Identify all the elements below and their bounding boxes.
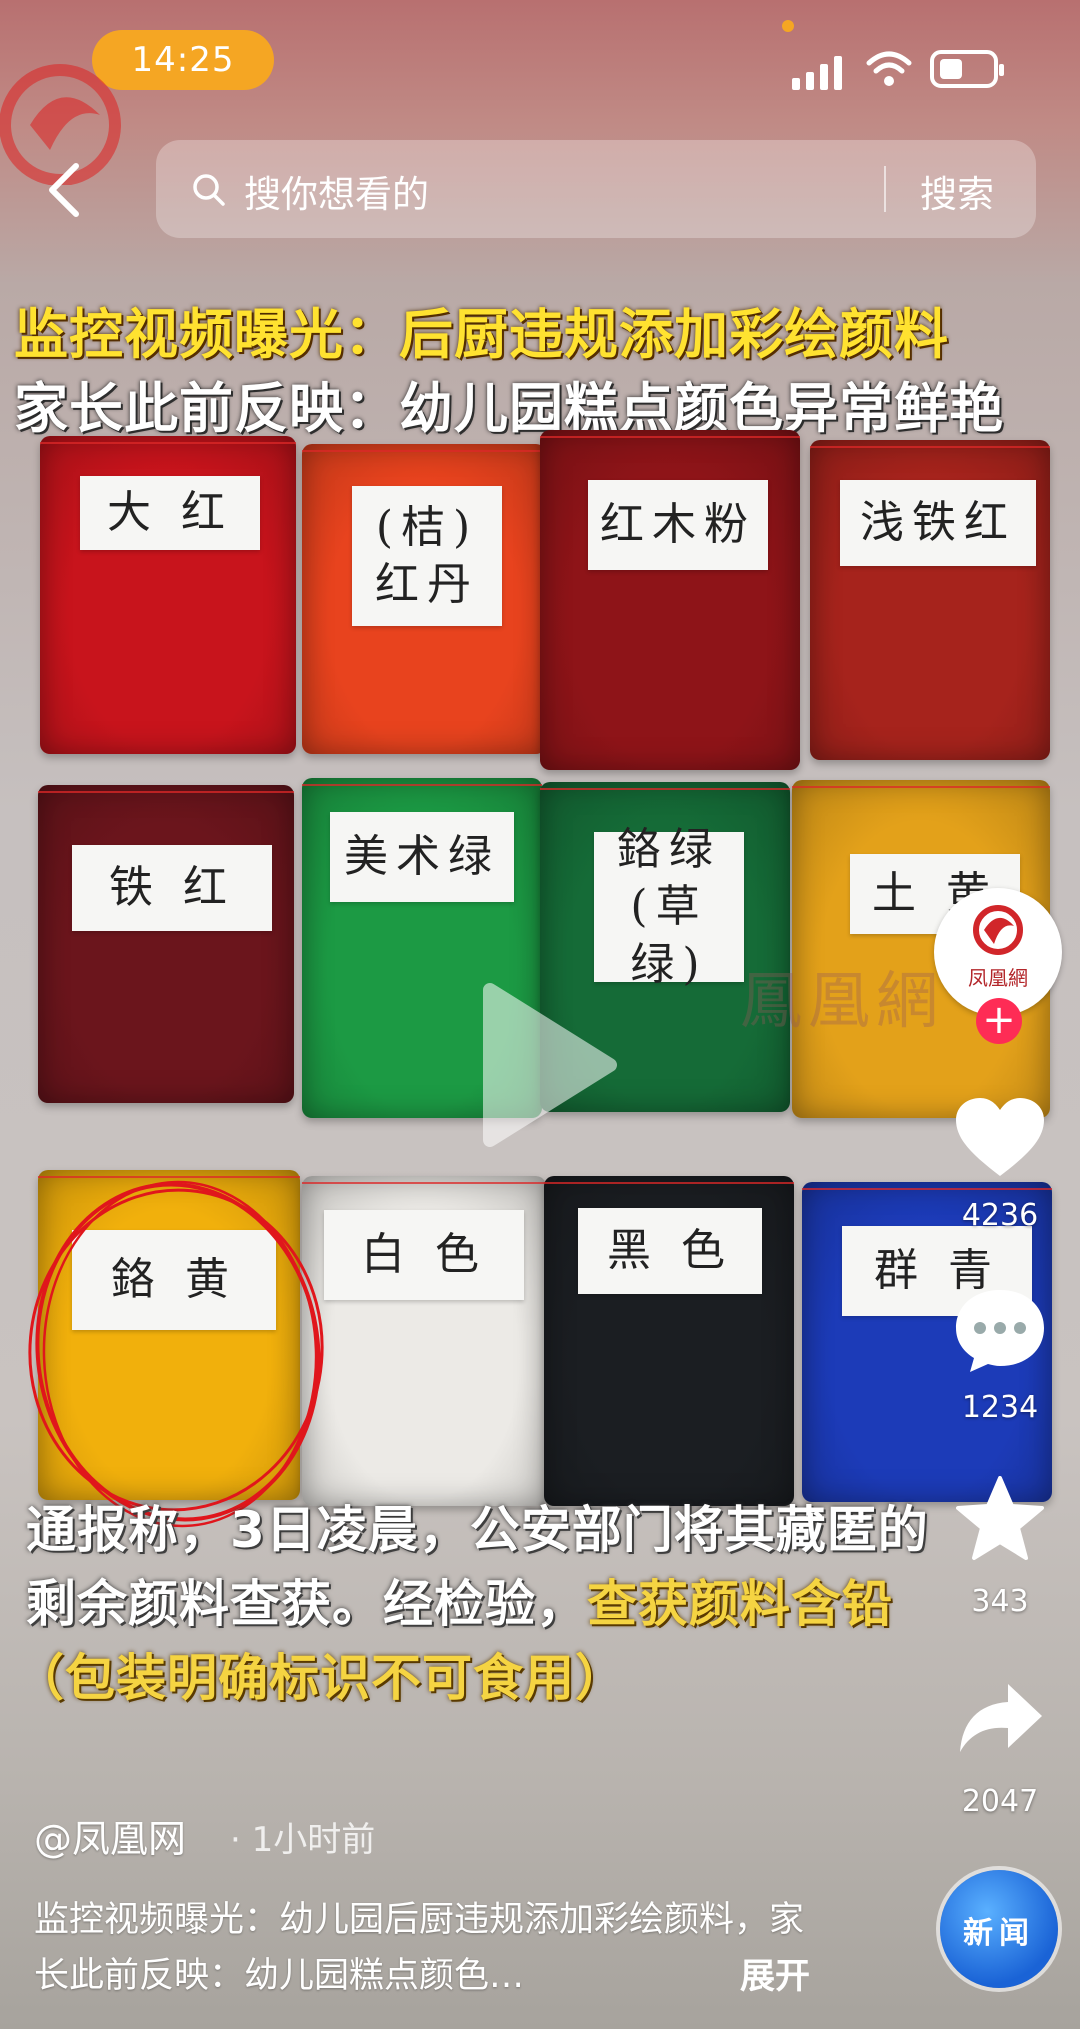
back-arrow-icon[interactable] [40,160,90,220]
bag-label: 大 红 [80,476,260,550]
bag-label: 黑 色 [578,1208,762,1294]
post-time: · 1小时前 [230,1820,376,1860]
news-badge-label: 新闻 [963,1916,1035,1951]
bag-label: 鉻绿 (草绿) [594,824,744,990]
favorite-count: 343 [971,1584,1029,1619]
search-icon [193,174,225,206]
like-heart-icon[interactable] [954,1096,1046,1180]
caption-highlight: 查获颜料含铅 [587,1575,893,1633]
bag-label: (桔) 红丹 [352,486,502,626]
caption-line-2-text: 剩余颜料查获。经检验， [26,1575,587,1633]
bag-label: 铁 红 [72,845,272,931]
privacy-indicator [782,20,794,32]
post-description: 监控视频曝光：幼儿园后厨违规添加彩绘颜料，家长此前反映：幼儿园糕点颜色… [34,1900,805,1996]
pigment-bag: 红木粉 [540,430,800,770]
battery-icon [930,50,1004,88]
expand-button[interactable]: 展开 [740,1948,810,1999]
pigment-bag: 大 红 [40,436,296,754]
news-badge[interactable]: 新闻 [940,1870,1058,1988]
search-bar[interactable]: 搜你想看的 搜索 [156,140,1036,238]
video-frame[interactable]: 14:25 搜你想看的 搜索 监控视频曝光：后厨违规添加彩绘颜料 家长此前反映：… [0,0,1080,2029]
follow-button[interactable]: + [976,998,1022,1044]
highlight-circle [28,1180,324,1528]
pigment-bag: 铁 红 [38,785,294,1103]
like-count: 4236 [961,1198,1039,1233]
comment-count: 1234 [961,1390,1039,1425]
author-name[interactable]: @凤凰网 [34,1808,186,1863]
watermark-text: 鳳凰網 [740,964,945,1037]
pigment-bag: 黑 色 [544,1176,794,1506]
bag-label: 白 色 [324,1210,524,1300]
share-arrow-icon[interactable] [958,1682,1044,1754]
phoenix-logo-icon [973,905,1023,955]
share-count: 2047 [961,1784,1039,1819]
pigment-bag: (桔) 红丹 [302,444,546,754]
headline-line-1: 监控视频曝光：后厨违规添加彩绘颜料 [14,303,949,366]
caption-line-2: 剩余颜料查获。经检验，查获颜料含铅 [26,1564,893,1636]
pigment-bag: 浅铁红 [810,440,1050,760]
bag-label: 美术绿 [330,812,514,902]
bag-label: 浅铁红 [840,480,1036,566]
play-icon[interactable] [470,980,620,1150]
comment-icon[interactable] [952,1286,1048,1376]
cellular-signal-icon [792,56,842,90]
search-divider [884,166,886,212]
avatar-label: 凤凰網 [968,966,1028,990]
favorite-star-icon[interactable] [956,1476,1044,1562]
wifi-icon [866,51,912,86]
caption-line-3: （包装明确标识不可食用） [14,1649,626,1707]
search-button[interactable]: 搜索 [920,164,994,218]
search-input[interactable]: 搜你想看的 [244,164,429,218]
caption-line-1: 通报称，3日凌晨，公安部门将其藏匿的 [26,1501,929,1559]
bag-label: 红木粉 [588,480,768,570]
pigment-bag: 白 色 [302,1176,546,1506]
